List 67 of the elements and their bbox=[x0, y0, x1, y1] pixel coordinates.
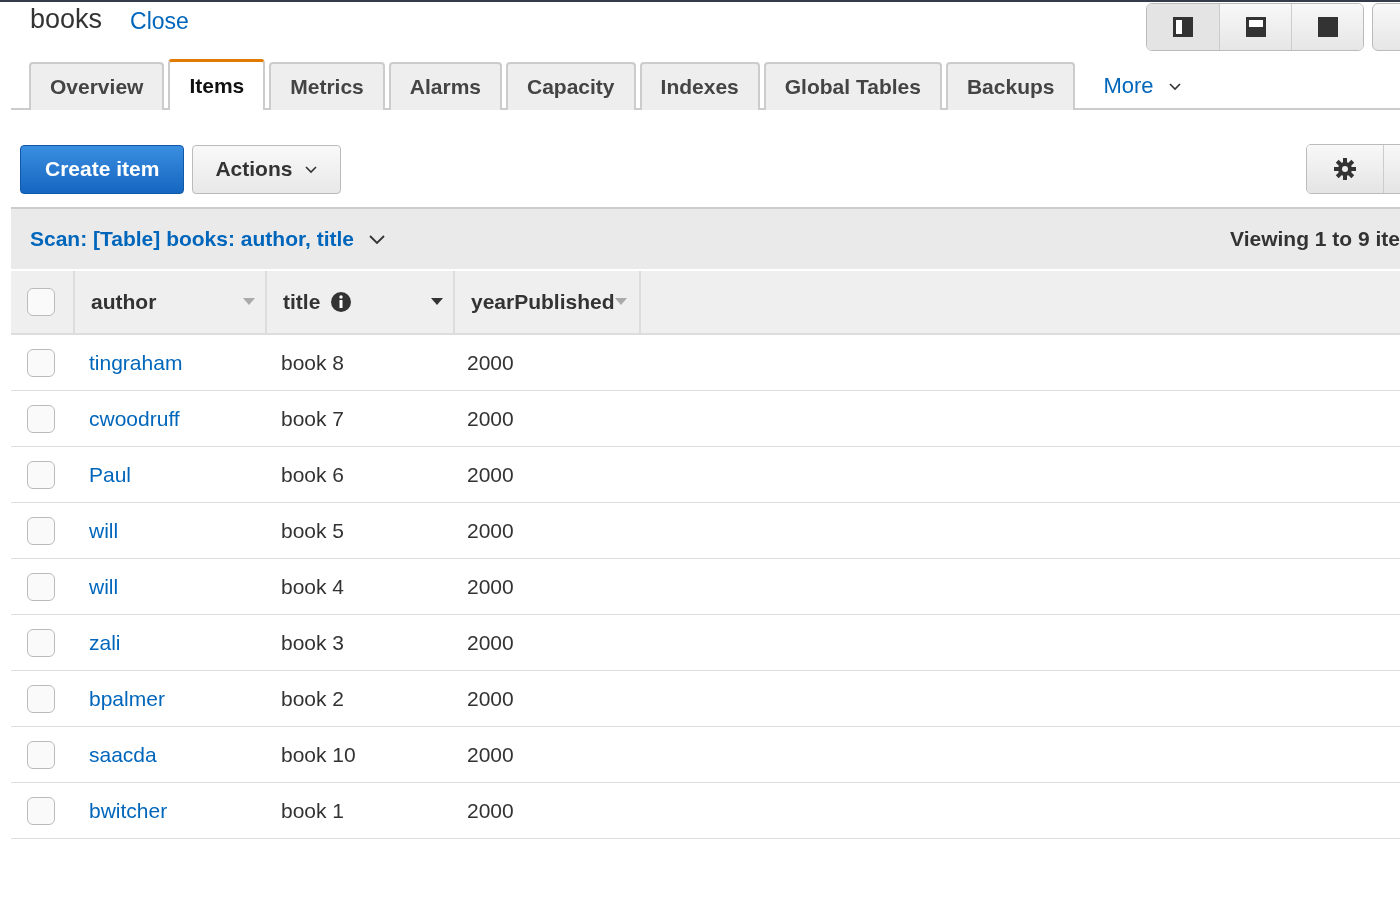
info-icon bbox=[330, 291, 353, 313]
tab[interactable]: Overview bbox=[29, 62, 165, 110]
table-cell: 2000 bbox=[467, 686, 514, 710]
settings-button[interactable] bbox=[1307, 145, 1383, 193]
tab[interactable]: Indexes bbox=[639, 62, 760, 110]
author-link[interactable]: will bbox=[89, 518, 119, 542]
author-link[interactable]: cwoodruff bbox=[89, 406, 180, 430]
author-link[interactable]: Paul bbox=[89, 462, 132, 486]
actions-dropdown[interactable]: Actions bbox=[192, 144, 342, 194]
table-cell: 2000 bbox=[467, 798, 514, 822]
split-vertical-button[interactable] bbox=[1147, 4, 1219, 50]
more-menu[interactable]: More bbox=[1103, 64, 1182, 108]
split-horizontal-button[interactable] bbox=[1219, 4, 1291, 50]
table-cell: book 3 bbox=[281, 630, 345, 654]
table-cell: 2000 bbox=[467, 462, 514, 486]
create-item-button[interactable]: Create item bbox=[20, 144, 185, 194]
table-cell: book 4 bbox=[281, 574, 345, 598]
tab[interactable]: Capacity bbox=[506, 62, 636, 110]
row-checkbox[interactable] bbox=[27, 348, 55, 377]
chevron-down-icon bbox=[368, 233, 386, 245]
row-checkbox[interactable] bbox=[27, 572, 55, 601]
row-checkbox[interactable] bbox=[27, 684, 55, 713]
chevron-down-icon bbox=[1167, 81, 1182, 91]
table-cell: book 6 bbox=[281, 462, 345, 486]
column-header[interactable]: title bbox=[283, 290, 321, 314]
square-icon bbox=[1316, 16, 1339, 38]
item-count: Viewing 1 to 9 ite bbox=[1230, 227, 1400, 251]
column-header[interactable]: author bbox=[91, 290, 157, 314]
table-cell: 2000 bbox=[467, 350, 514, 374]
row-checkbox[interactable] bbox=[27, 516, 55, 545]
split-vertical-icon bbox=[1172, 16, 1194, 38]
author-link[interactable]: zali bbox=[89, 630, 121, 654]
table-cell: book 5 bbox=[281, 518, 345, 542]
tab[interactable]: Metrics bbox=[269, 62, 385, 110]
author-link[interactable]: will bbox=[89, 574, 119, 598]
full-view-button[interactable] bbox=[1291, 4, 1363, 50]
scan-query-dropdown[interactable]: Scan: [Table] books: author, title bbox=[30, 227, 386, 251]
table-cell: book 8 bbox=[281, 350, 345, 374]
author-link[interactable]: bwitcher bbox=[89, 798, 168, 822]
column-header[interactable]: yearPublished bbox=[471, 290, 615, 314]
table-cell: 2000 bbox=[467, 574, 514, 598]
table-cell: 2000 bbox=[467, 742, 514, 766]
tab[interactable]: Backups bbox=[945, 62, 1076, 110]
author-link[interactable]: saacda bbox=[89, 742, 157, 766]
row-checkbox[interactable] bbox=[27, 796, 55, 825]
row-checkbox[interactable] bbox=[27, 460, 55, 489]
table-cell: book 1 bbox=[281, 798, 345, 822]
tab[interactable]: Items bbox=[168, 59, 266, 110]
table-cell: 2000 bbox=[467, 406, 514, 430]
table-cell: book 10 bbox=[281, 742, 356, 766]
row-checkbox[interactable] bbox=[27, 404, 55, 433]
table-cell: book 7 bbox=[281, 406, 345, 430]
sort-caret-icon[interactable] bbox=[431, 298, 443, 306]
page-title: books bbox=[30, 4, 103, 35]
select-all-checkbox[interactable] bbox=[27, 288, 55, 316]
tab[interactable]: Alarms bbox=[388, 62, 502, 110]
row-checkbox[interactable] bbox=[27, 740, 55, 769]
author-link[interactable]: bpalmer bbox=[89, 686, 165, 710]
table-cell: 2000 bbox=[467, 518, 514, 542]
table-cell: book 2 bbox=[281, 686, 345, 710]
tab[interactable]: Global Tables bbox=[763, 62, 942, 110]
chevron-down-icon bbox=[304, 164, 319, 174]
author-link[interactable]: tingraham bbox=[89, 350, 183, 374]
row-checkbox[interactable] bbox=[27, 628, 55, 657]
close-link[interactable]: Close bbox=[130, 8, 189, 35]
table-cell: 2000 bbox=[467, 630, 514, 654]
split-horizontal-icon bbox=[1244, 16, 1267, 38]
